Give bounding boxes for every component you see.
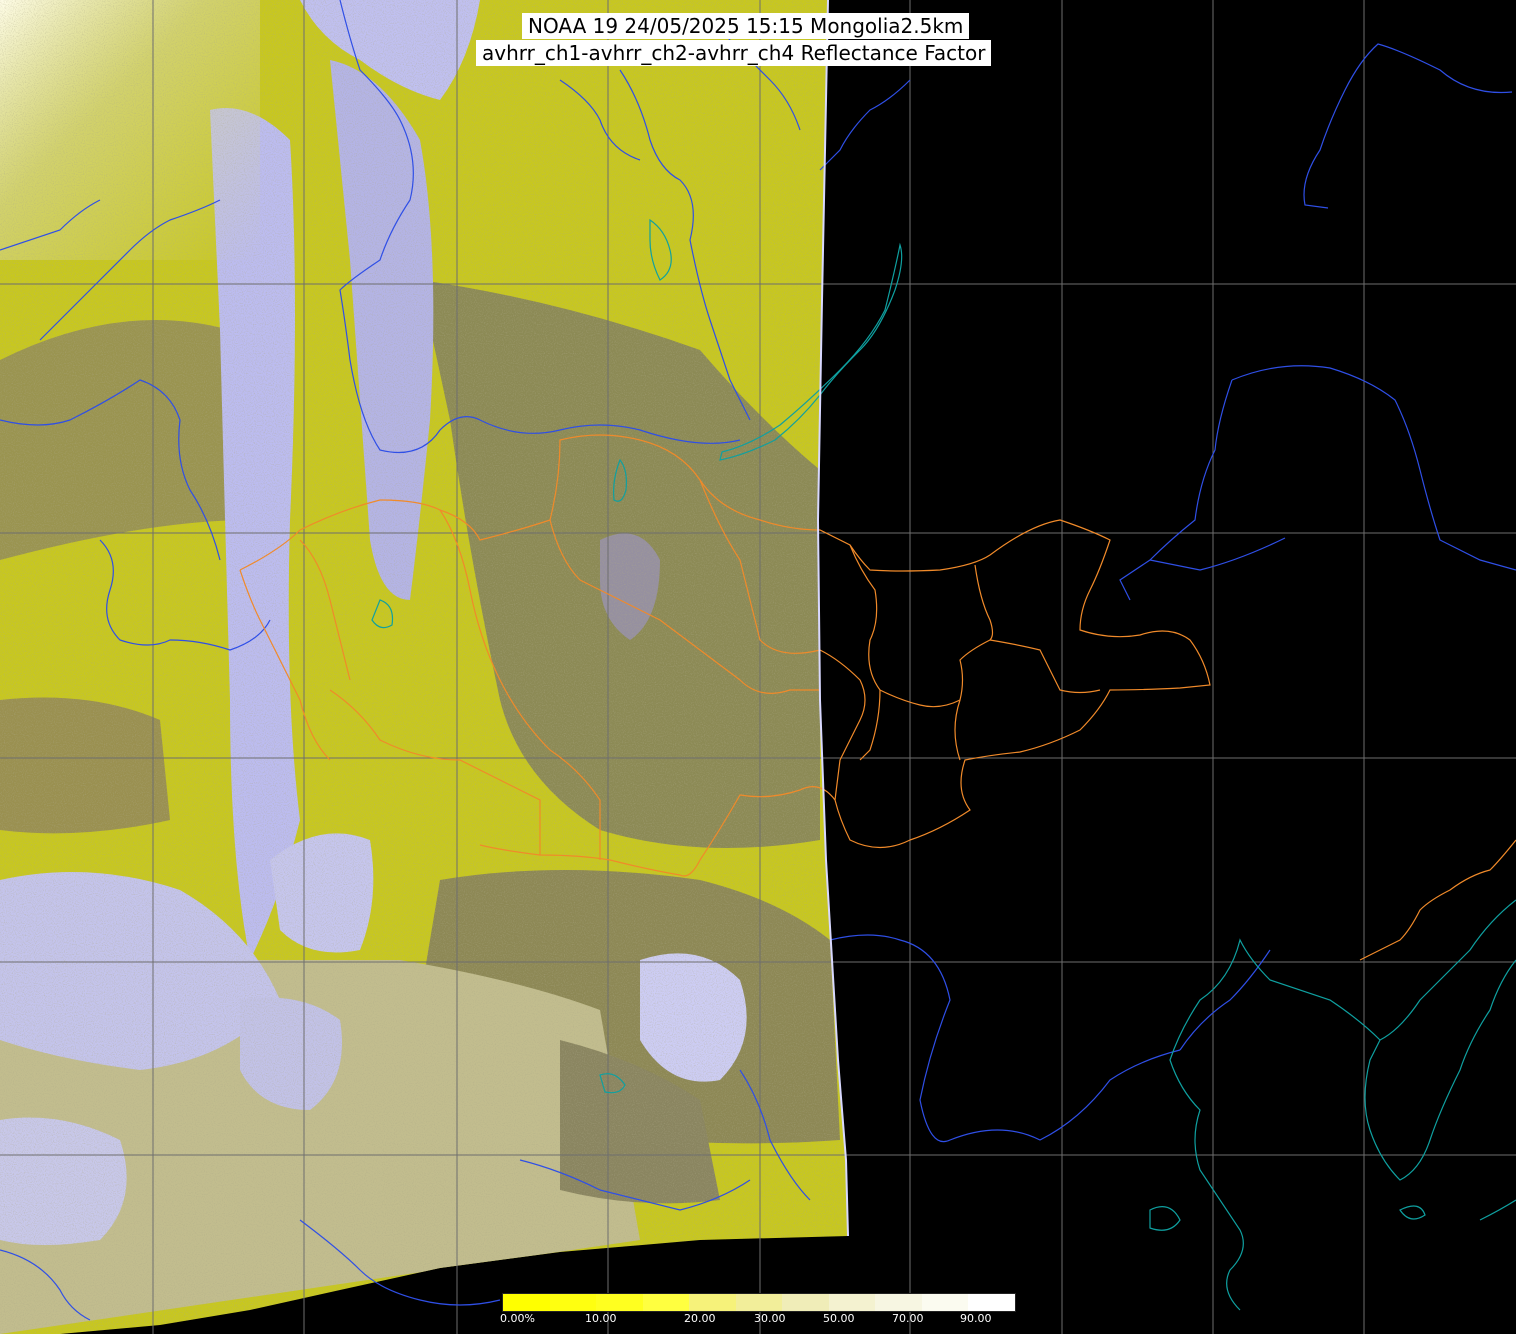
legend-label-10: 10.00 [585,1312,617,1325]
legend-color-segment [642,1294,690,1311]
legend-color-segment [875,1294,922,1311]
legend-color-segment [735,1294,783,1311]
legend-color-segment [782,1294,829,1311]
legend-label-70: 70.00 [892,1312,924,1325]
legend-color-segment [596,1294,643,1311]
legend-color-segment [549,1294,597,1311]
legend-label-20: 20.00 [684,1312,716,1325]
legend-label-90: 90.00 [960,1312,992,1325]
reflectance-scale-labels: 0.00% 10.00 20.00 30.00 50.00 70.00 90.0… [500,1312,1020,1328]
map-title-line-1: NOAA 19 24/05/2025 15:15 Mongolia2.5km [522,13,970,39]
legend-label-30: 30.00 [754,1312,786,1325]
legend-color-segment [968,1294,1016,1311]
reflectance-color-scale [502,1293,1016,1312]
legend-color-segment [503,1294,550,1311]
legend-label-0: 0.00% [500,1312,535,1325]
legend-color-segment [921,1294,969,1311]
map-title-line-2: avhrr_ch1-avhrr_ch2-avhrr_ch4 Reflectanc… [476,40,992,66]
legend-label-50: 50.00 [823,1312,855,1325]
legend-color-segment [828,1294,876,1311]
legend-color-segment [689,1294,736,1311]
satellite-map [0,0,1516,1334]
